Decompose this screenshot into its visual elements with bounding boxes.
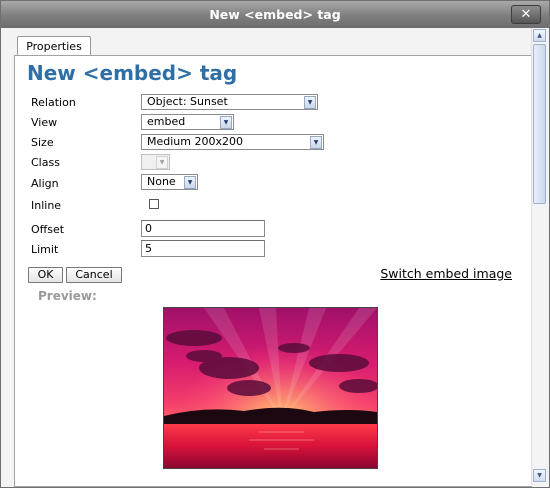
- ok-button[interactable]: OK: [28, 267, 63, 283]
- align-select[interactable]: None ▼: [141, 174, 198, 190]
- relation-value: Object: Sunset: [147, 95, 228, 108]
- inline-checkbox[interactable]: [149, 199, 159, 209]
- view-value: embed: [147, 115, 186, 128]
- chevron-down-icon: ▼: [304, 96, 316, 109]
- class-label: Class: [31, 156, 60, 169]
- title-bar[interactable]: New <embed> tag ✕: [1, 1, 549, 28]
- view-label: View: [31, 116, 58, 129]
- align-label: Align: [31, 177, 59, 190]
- dialog-window: New <embed> tag ✕ Properties New <embed>…: [0, 0, 550, 488]
- view-select[interactable]: embed ▼: [141, 114, 234, 130]
- page-title: New <embed> tag: [27, 61, 238, 85]
- scroll-down-icon[interactable]: ▼: [533, 469, 546, 482]
- scroll-up-icon[interactable]: ▲: [533, 29, 546, 42]
- close-icon: ✕: [520, 7, 532, 22]
- size-value: Medium 200x200: [147, 135, 243, 148]
- cancel-button[interactable]: Cancel: [66, 267, 122, 283]
- relation-select[interactable]: Object: Sunset ▼: [141, 94, 318, 110]
- close-button[interactable]: ✕: [511, 5, 541, 24]
- class-select: ▼: [141, 154, 170, 170]
- chevron-down-icon: ▼: [220, 116, 232, 129]
- size-label: Size: [31, 136, 54, 149]
- limit-input[interactable]: 5: [141, 240, 265, 257]
- vertical-scrollbar[interactable]: ▲ ▼: [531, 28, 546, 485]
- scroll-thumb[interactable]: [533, 44, 546, 204]
- preview-image: [163, 307, 378, 469]
- size-select[interactable]: Medium 200x200 ▼: [141, 134, 324, 150]
- chevron-down-icon: ▼: [184, 176, 196, 189]
- offset-input[interactable]: 0: [141, 220, 265, 237]
- relation-label: Relation: [31, 96, 76, 109]
- tab-properties[interactable]: Properties: [17, 36, 91, 56]
- properties-panel: New <embed> tag Relation Object: Sunset …: [14, 55, 532, 487]
- align-value: None: [147, 175, 176, 188]
- limit-label: Limit: [31, 243, 59, 256]
- inline-label: Inline: [31, 199, 62, 212]
- switch-embed-image-link[interactable]: Switch embed image: [380, 266, 512, 281]
- window-title: New <embed> tag: [209, 7, 341, 22]
- preview-label: Preview:: [38, 289, 97, 303]
- chevron-down-icon: ▼: [156, 156, 168, 169]
- chevron-down-icon: ▼: [310, 136, 322, 149]
- offset-label: Offset: [31, 223, 65, 236]
